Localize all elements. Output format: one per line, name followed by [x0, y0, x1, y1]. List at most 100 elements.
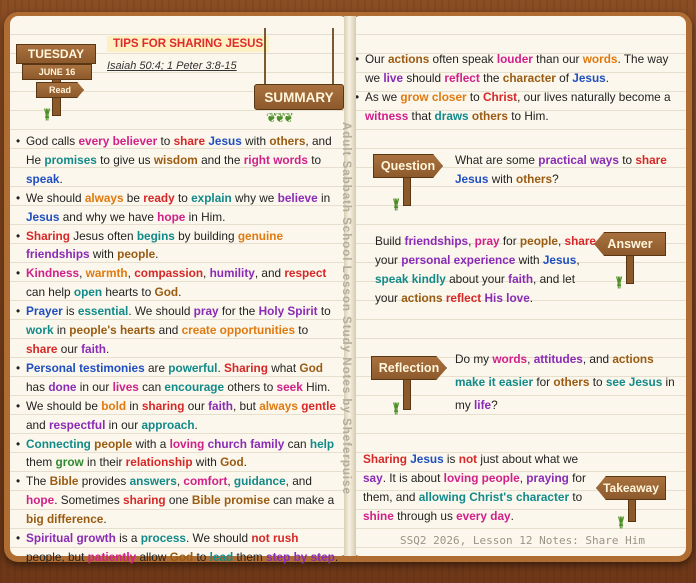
summary-sign: SUMMARY ❦ ❦ ❦: [252, 28, 346, 128]
text-run: create opportunities: [181, 323, 296, 338]
text-run: hope: [26, 493, 55, 508]
text-run: than our: [532, 52, 583, 66]
text-run: .: [59, 171, 63, 186]
text-run: to: [589, 375, 606, 389]
text-run: Jesus: [26, 209, 60, 224]
text-run: and the: [197, 152, 244, 167]
text-run: bold: [101, 398, 127, 413]
text-run: Jesus: [455, 171, 489, 186]
day-label: TUESDAY: [16, 44, 96, 64]
text-run: through us: [393, 508, 457, 523]
text-run: with: [241, 134, 270, 148]
text-run: with: [488, 171, 516, 186]
text-run: in Him.: [185, 209, 226, 224]
bullet-item: We should always be ready to explain why…: [16, 189, 340, 227]
text-run: to: [569, 489, 583, 504]
question-sign: Question \|/\|/: [373, 150, 445, 211]
text-run: ready: [143, 190, 175, 205]
text-run: , and: [254, 266, 285, 281]
text-run: Our: [365, 52, 388, 66]
takeaway-text: Sharing Jesus is not just about what we …: [363, 450, 595, 526]
text-run: for: [533, 375, 554, 389]
text-run: Holy Spirit: [258, 304, 318, 319]
text-run: shine: [363, 508, 394, 523]
text-run: process: [140, 531, 186, 546]
text-run: and why we have: [59, 209, 158, 224]
text-run: draws: [434, 108, 469, 123]
text-run: faith: [508, 271, 534, 286]
text-run: reflect: [444, 70, 480, 85]
text-run: grow: [55, 455, 84, 470]
bullet-item: The Bible provides answers, comfort, gui…: [16, 472, 340, 529]
text-run: often speak: [429, 52, 497, 66]
text-run: personal experience: [401, 252, 516, 267]
text-run: lead: [209, 549, 234, 564]
text-run: actions: [401, 290, 443, 305]
text-run: our: [57, 341, 82, 356]
text-run: the: [479, 70, 503, 85]
text-run: people: [117, 247, 156, 262]
question-text: What are some practical ways to share Je…: [455, 151, 680, 189]
text-run: God: [169, 549, 194, 564]
date-sign: TUESDAY JUNE 16 Read \|/\|/: [14, 42, 100, 122]
footer-credit: SSQ2 2026, Lesson 12 Notes: Share Him: [400, 534, 646, 547]
text-run: can make a: [269, 493, 335, 508]
text-run: Kindness: [26, 266, 80, 281]
text-run: Connecting: [26, 436, 91, 451]
text-run: wisdom: [153, 152, 198, 167]
text-run: to: [193, 549, 210, 564]
text-run: Bible promise: [191, 493, 270, 508]
text-run: believe: [277, 190, 318, 205]
text-run: to: [295, 323, 309, 338]
text-run: answers: [129, 474, 177, 489]
left-bullet-list: God calls every believer to share Jesus …: [16, 132, 340, 567]
answer-text: Build friendships, pray for people, shar…: [375, 232, 597, 308]
text-run: in: [126, 398, 142, 413]
text-run: approach: [141, 417, 195, 432]
text-run: big difference: [26, 512, 104, 527]
text-run: done: [48, 379, 77, 394]
bullet-item: Personal testimonies are powerful. Shari…: [16, 359, 340, 397]
text-run: work: [26, 323, 54, 338]
text-run: compassion: [134, 266, 204, 281]
text-run: .: [194, 417, 198, 432]
text-run: genuine: [237, 228, 284, 243]
text-run: people, but: [26, 549, 88, 564]
text-run: and: [26, 417, 49, 432]
text-run: by building: [174, 228, 238, 243]
text-run: with a: [132, 436, 170, 451]
text-run: others: [516, 171, 553, 186]
bullet-item: Kindness, warmth, compassion, humility, …: [16, 264, 340, 302]
text-run: , and: [582, 352, 613, 366]
text-run: Do my: [455, 352, 493, 366]
reflection-sign: Reflection \|/\|/: [371, 350, 447, 415]
text-run: .: [243, 455, 247, 470]
text-run: in our: [76, 379, 113, 394]
text-run: is: [443, 452, 459, 466]
text-run: pray: [474, 234, 500, 248]
text-run: has: [26, 379, 49, 394]
text-run: sharing: [123, 493, 166, 508]
text-run: share: [173, 134, 206, 148]
question-label: Question: [373, 154, 443, 178]
text-run: others: [269, 134, 306, 148]
text-run: life: [474, 398, 492, 412]
text-run: humility: [209, 266, 255, 281]
text-run: ?: [552, 171, 559, 186]
text-run: loving people: [443, 470, 520, 485]
bullet-item: Spiritual growth is a process. We should…: [16, 529, 340, 567]
text-run: . We should: [128, 304, 194, 319]
text-run: character: [502, 70, 556, 85]
text-run: What are some: [455, 153, 539, 167]
text-run: Jesus: [410, 452, 444, 466]
text-run: His love: [484, 290, 530, 305]
text-run: Bible: [49, 474, 79, 489]
scripture-reference[interactable]: Isaiah 50:4; 1 Peter 3:8-15: [107, 60, 237, 72]
text-run: . We should: [185, 531, 252, 546]
text-run: for: [499, 234, 520, 248]
text-run: Christ: [483, 89, 518, 104]
text-run: others to: [224, 379, 277, 394]
answer-sign: Answer \|/\|/: [594, 230, 668, 289]
text-run: why we: [231, 190, 278, 205]
text-run: warmth: [85, 266, 128, 281]
